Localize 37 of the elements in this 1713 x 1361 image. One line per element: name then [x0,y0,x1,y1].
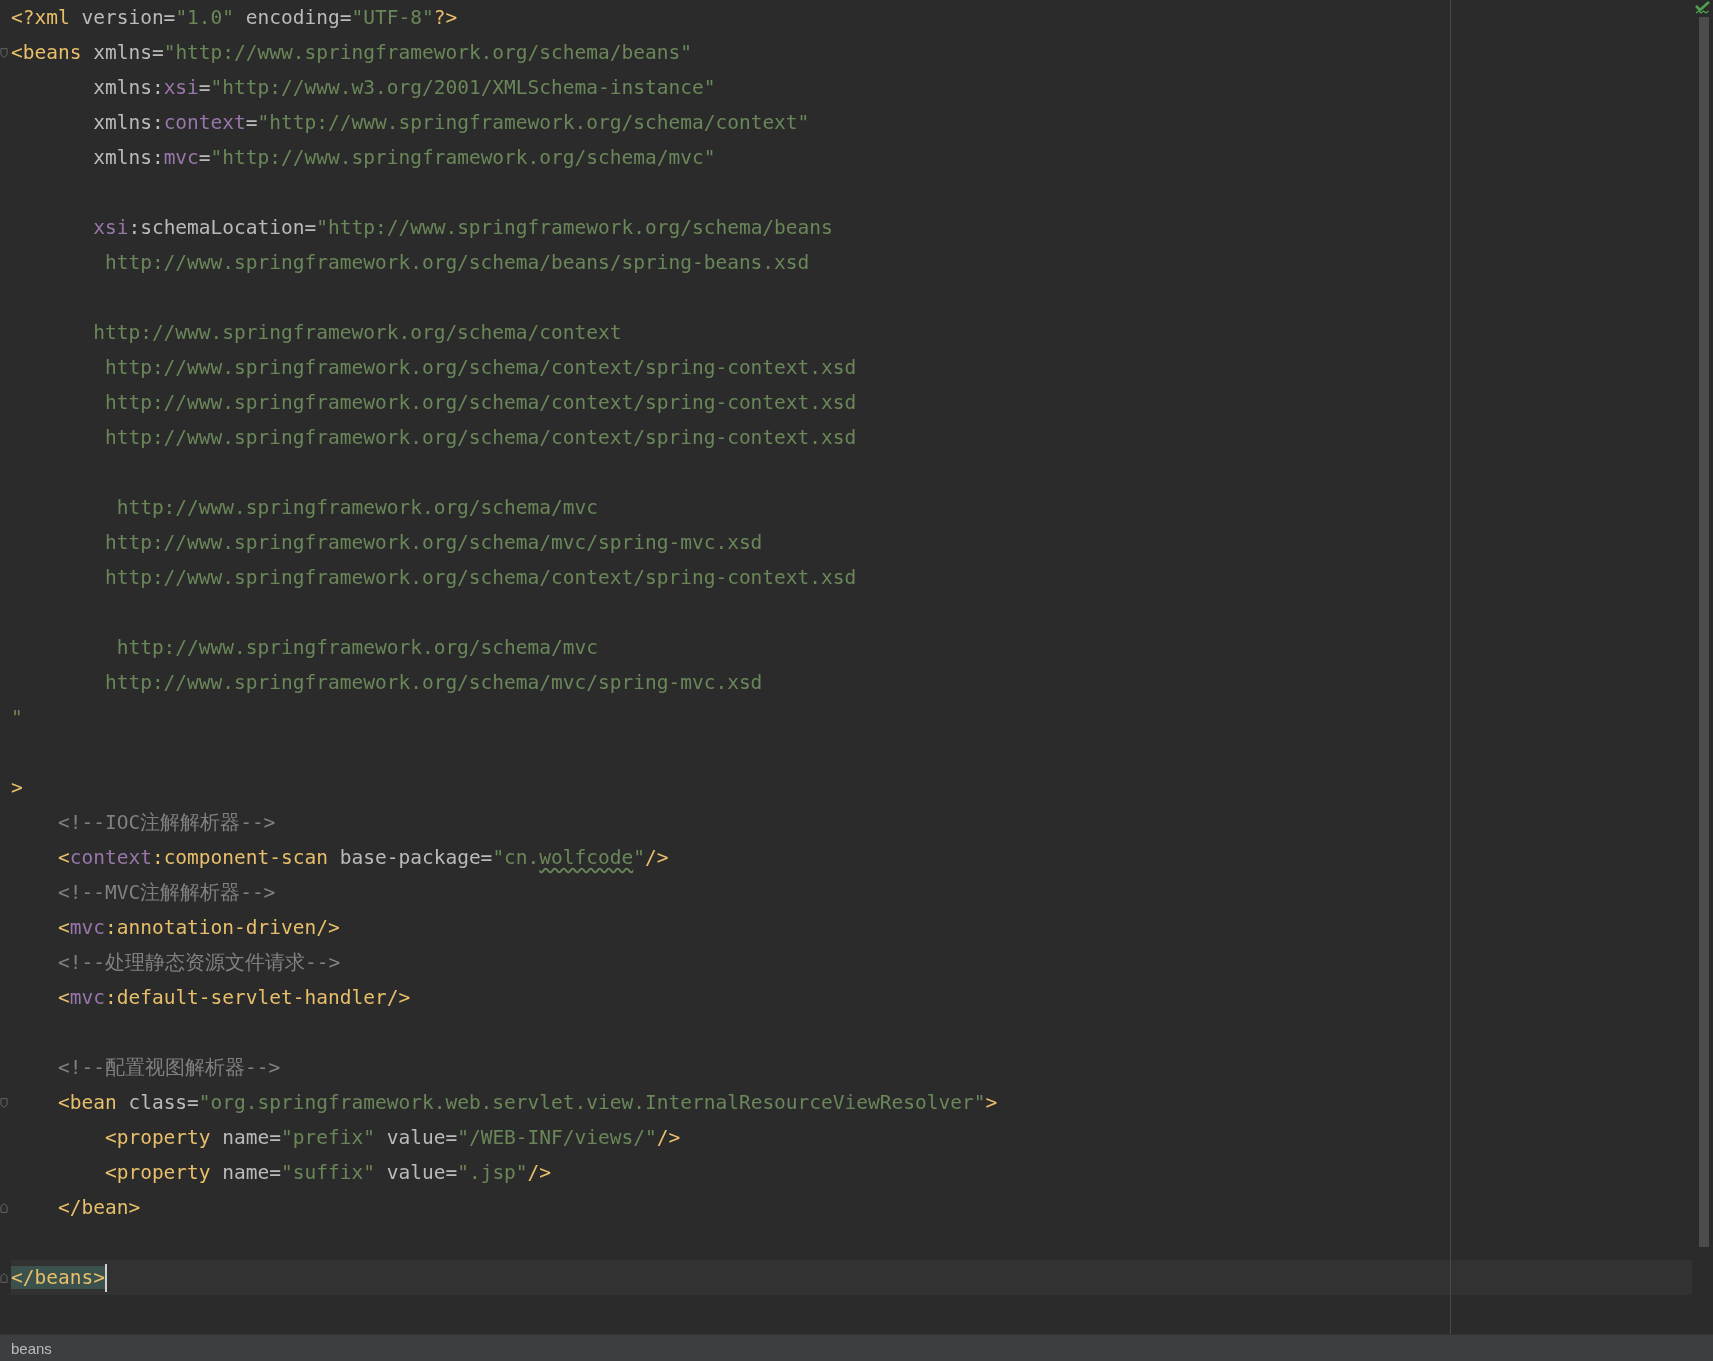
code-line: http://www.springframework.org/schema/mvc [115,634,598,661]
code-line: http://www.springframework.org/schema/context/spring-context.xsd [103,354,857,381]
fold-icon[interactable] [0,1095,8,1110]
code-line: http://www.springframework.org/schema/beans/spring-beans.xsd [103,249,810,276]
code-line: <mvc:default-servlet-handler/> [56,984,411,1011]
code-line: </bean> [56,1194,141,1221]
code-line: <!--MVC注解解析器--> [56,879,276,906]
code-line: <!--IOC注解解析器--> [56,809,276,836]
fold-icon[interactable] [0,1200,8,1215]
fold-icon[interactable] [0,1270,8,1285]
code-line: xsi:schemaLocation="http://www.springframework.org/schema/beans [92,214,833,241]
code-line: http://www.springframework.org/schema/context/spring-context.xsd [103,389,857,416]
code-line: http://www.springframework.org/schema/context/spring-context.xsd [103,424,857,451]
code-line: xmlns:xsi="http://www.w3.org/2001/XMLSchema-instance" [92,74,716,101]
code-line: <context:component-scan base-package="cn.wolfcode"/> [56,844,669,871]
code-line: http://www.springframework.org/schema/mvc/spring-mvc.xsd [103,669,763,696]
text-cursor [104,1263,107,1292]
breadcrumb-item[interactable]: beans [11,1339,52,1357]
code-line: <property name="prefix" value="/WEB-INF/views/"/> [103,1124,681,1151]
code-line: <bean class="org.springframework.web.servlet.view.InternalResourceViewResolver"> [56,1089,998,1116]
code-line: <property name="suffix" value=".jsp"/> [103,1159,552,1186]
code-line: http://www.springframework.org/schema/mvc/spring-mvc.xsd [103,529,763,556]
code-line: " [11,704,23,731]
scrollbar-thumb[interactable] [1699,17,1709,1247]
code-line: <!--配置视图解析器--> [56,1054,281,1081]
code-line: <mvc:annotation-driven/> [56,914,340,941]
code-line: <beans xmlns="http://www.springframework.org/schema/beans" [11,39,692,66]
code-line: > [11,774,23,801]
code-line: http://www.springframework.org/schema/context/spring-context.xsd [103,564,857,591]
code-line: <?xml version="1.0" encoding="UTF-8"?> [11,4,458,31]
code-line: xmlns:context="http://www.springframework.org/schema/context" [92,109,810,136]
fold-icon[interactable] [0,45,8,60]
code-line: xmlns:mvc="http://www.springframework.org/schema/mvc" [92,144,716,171]
check-icon [1695,1,1711,15]
code-line: http://www.springframework.org/schema/mvc [115,494,598,521]
code-line: http://www.springframework.org/schema/context [92,319,622,346]
code-line: <!--处理静态资源文件请求--> [56,949,341,976]
